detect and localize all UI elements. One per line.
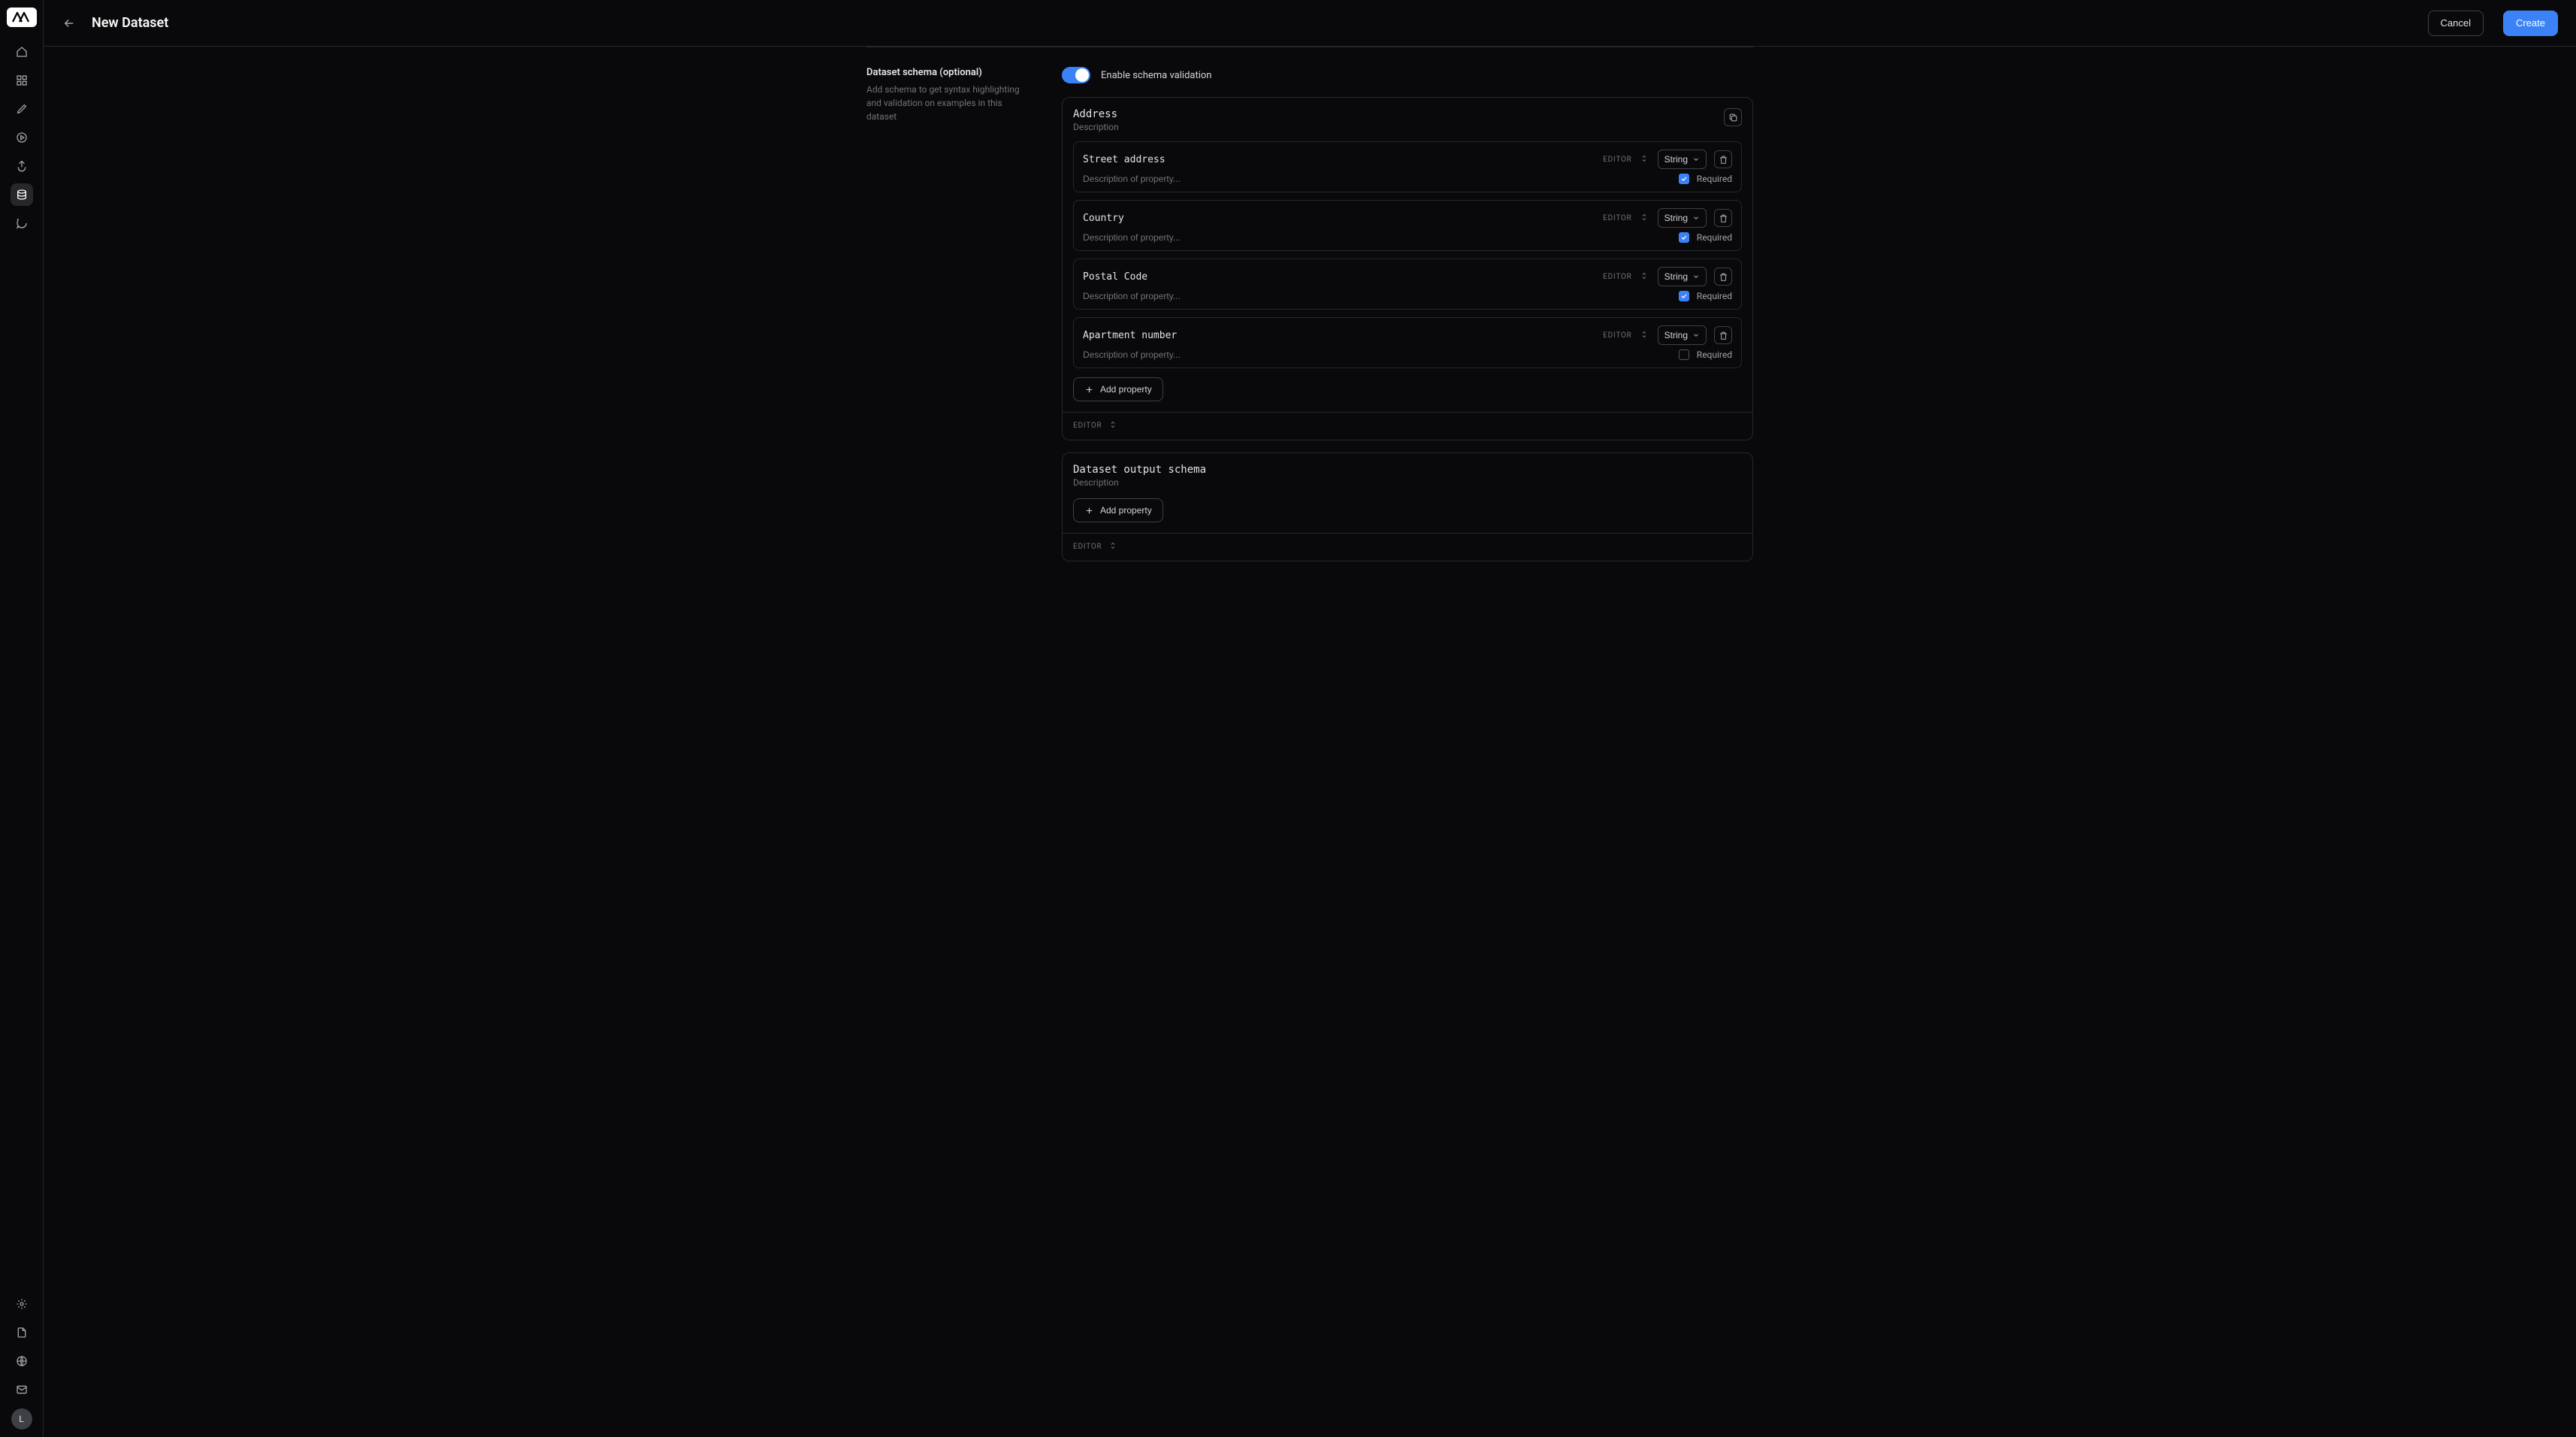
schema-description: Description: [1073, 122, 1716, 132]
type-select[interactable]: String: [1658, 208, 1707, 228]
property-description-input[interactable]: [1083, 349, 1671, 360]
enable-schema-label: Enable schema validation: [1101, 70, 1212, 81]
nav-globe[interactable]: [11, 1350, 33, 1372]
schema-name: Dataset output schema: [1073, 464, 1742, 476]
property-description-input[interactable]: [1083, 232, 1671, 243]
property-row: EDITOR String Required: [1073, 317, 1742, 368]
property-row: EDITOR String Required: [1073, 259, 1742, 310]
type-select-value: String: [1664, 271, 1688, 282]
input-schema-card: Address Description EDITOR String Required…: [1062, 97, 1753, 440]
type-select[interactable]: String: [1658, 325, 1707, 345]
reorder-handle[interactable]: [1640, 330, 1650, 340]
editor-label: EDITOR: [1603, 156, 1632, 164]
page-title: New Dataset: [92, 15, 168, 31]
nav-home[interactable]: [11, 41, 33, 63]
required-label: Required: [1697, 174, 1732, 184]
back-button[interactable]: [60, 14, 78, 32]
property-row: EDITOR String Required: [1073, 141, 1742, 192]
nav-settings[interactable]: [11, 1293, 33, 1315]
reorder-handle[interactable]: [1640, 213, 1650, 223]
property-name-input[interactable]: [1083, 271, 1595, 283]
required-label: Required: [1697, 232, 1732, 243]
create-button[interactable]: Create: [2503, 11, 2558, 36]
editor-footer-label: EDITOR: [1073, 422, 1102, 430]
property-name-input[interactable]: [1083, 213, 1595, 224]
copy-schema-button[interactable]: [1724, 108, 1742, 126]
required-checkbox[interactable]: [1679, 291, 1689, 301]
editor-footer-label: EDITOR: [1073, 543, 1102, 551]
required-checkbox[interactable]: [1679, 349, 1689, 360]
editor-label: EDITOR: [1603, 273, 1632, 281]
nav-inbox[interactable]: [11, 1378, 33, 1401]
property-description-input[interactable]: [1083, 291, 1671, 301]
schema-name: Address: [1073, 108, 1716, 120]
type-select-value: String: [1664, 154, 1688, 165]
editor-expand-icon[interactable]: [1108, 541, 1119, 552]
property-name-input[interactable]: [1083, 330, 1595, 341]
nav-edit[interactable]: [11, 98, 33, 120]
page-header: New Dataset Cancel Create: [44, 0, 2576, 47]
output-schema-card: Dataset output schema Description Add pr…: [1062, 452, 1753, 561]
add-property-label: Add property: [1100, 505, 1152, 516]
type-select[interactable]: String: [1658, 150, 1707, 169]
type-select-value: String: [1664, 213, 1688, 223]
delete-property-button[interactable]: [1714, 209, 1732, 227]
type-select[interactable]: String: [1658, 267, 1707, 286]
section-description: Add schema to get syntax highlighting an…: [866, 83, 1032, 123]
nav-datasets[interactable]: [11, 183, 33, 206]
add-property-button[interactable]: Add property: [1073, 498, 1163, 522]
nav-docs[interactable]: [11, 1321, 33, 1344]
reorder-handle[interactable]: [1640, 154, 1650, 165]
type-select-value: String: [1664, 330, 1688, 340]
add-property-button[interactable]: Add property: [1073, 377, 1163, 401]
editor-label: EDITOR: [1603, 214, 1632, 222]
cancel-button[interactable]: Cancel: [2428, 11, 2484, 36]
logo: [7, 8, 37, 27]
editor-expand-icon[interactable]: [1108, 420, 1119, 431]
required-checkbox[interactable]: [1679, 174, 1689, 184]
required-label: Required: [1697, 349, 1732, 360]
section-title: Dataset schema (optional): [866, 67, 1032, 78]
enable-schema-toggle[interactable]: [1062, 67, 1090, 83]
delete-property-button[interactable]: [1714, 268, 1732, 286]
avatar[interactable]: L: [11, 1408, 32, 1429]
reorder-handle[interactable]: [1640, 271, 1650, 282]
required-checkbox[interactable]: [1679, 232, 1689, 243]
nav-apps[interactable]: [11, 69, 33, 92]
add-property-label: Add property: [1100, 384, 1152, 395]
property-description-input[interactable]: [1083, 174, 1671, 184]
nav-play[interactable]: [11, 126, 33, 149]
schema-description: Description: [1073, 477, 1742, 488]
delete-property-button[interactable]: [1714, 150, 1732, 168]
editor-label: EDITOR: [1603, 331, 1632, 340]
property-name-input[interactable]: [1083, 154, 1595, 165]
property-row: EDITOR String Required: [1073, 200, 1742, 251]
required-label: Required: [1697, 291, 1732, 301]
delete-property-button[interactable]: [1714, 326, 1732, 344]
nav-chat[interactable]: [11, 212, 33, 234]
nav-deploy[interactable]: [11, 155, 33, 177]
nav-rail: L: [0, 0, 44, 1437]
